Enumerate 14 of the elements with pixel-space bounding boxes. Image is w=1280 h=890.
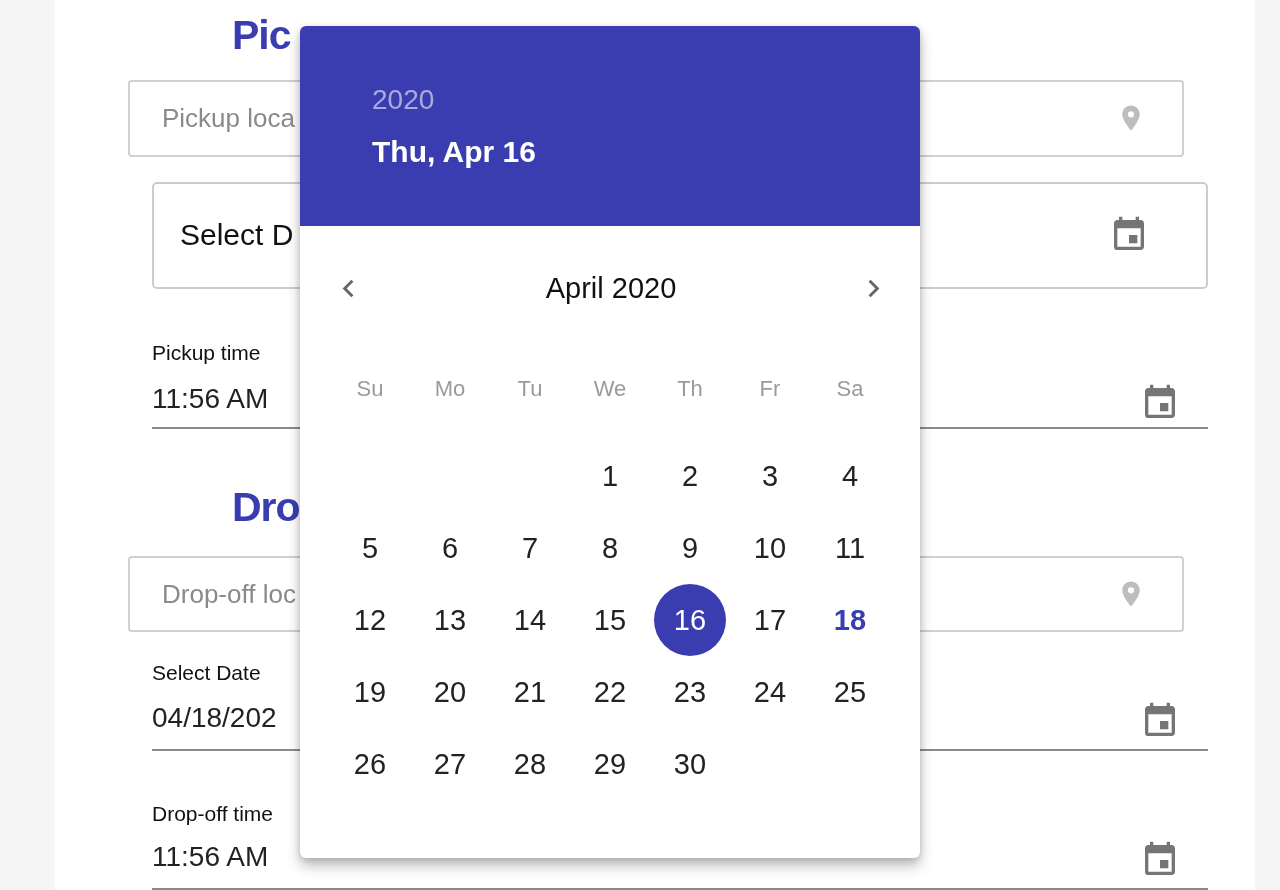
weekday-label: Th [676, 375, 704, 403]
field-label: Pickup time [152, 341, 261, 366]
weekday-label: Tu [516, 375, 544, 403]
field-label: Drop-off time [152, 802, 273, 826]
month-label: April 2020 [545, 271, 677, 305]
weekday-label: Sa [835, 375, 865, 403]
weekday-label: Fr [758, 375, 782, 403]
field-label: Select Date [152, 661, 261, 685]
section-heading: Dro [232, 483, 300, 533]
weekday-label: We [592, 375, 628, 403]
selected-date-label: Thu, Apr 16 [372, 134, 536, 170]
weekday-label: Mo [433, 375, 467, 403]
section-heading: Pic [232, 11, 291, 60]
weekday-label: Su [355, 375, 385, 403]
